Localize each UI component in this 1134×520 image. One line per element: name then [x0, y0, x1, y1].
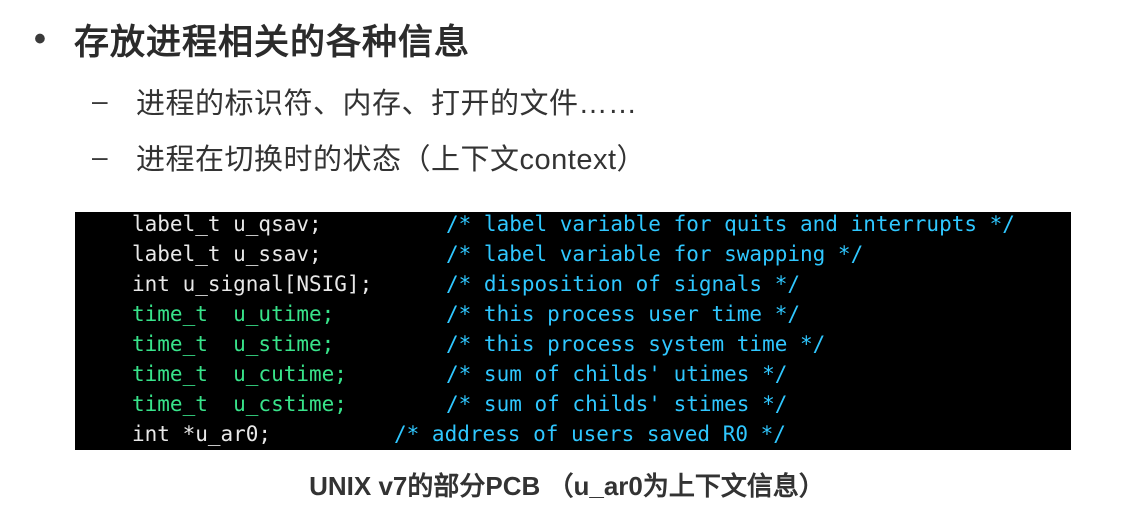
code-comment: /* sum of childs' utimes */: [446, 362, 788, 386]
main-bullet: • 存放进程相关的各种信息: [34, 14, 470, 64]
code-line: label_t u_qsav; /* label variable for qu…: [132, 212, 1015, 239]
code-line: time_t u_utime; /* this process user tim…: [132, 299, 800, 329]
sub-bullet-text: 进程在切换时的状态（上下文context）: [136, 144, 647, 176]
code-line: int u_signal[NSIG]; /* disposition of si…: [132, 269, 800, 299]
dash-icon: –: [92, 85, 108, 116]
figure-caption: UNIX v7的部分PCB （u_ar0为上下文信息）: [309, 471, 825, 501]
code-screenshot: label_t u_qsav; /* label variable for qu…: [75, 212, 1071, 450]
code-comment: /* label variable for swapping */: [446, 242, 864, 266]
code-line: int *u_ar0; /* address of users saved R0…: [132, 419, 786, 449]
slide-heading: 存放进程相关的各种信息: [74, 22, 471, 62]
sub-bullet-2: – 进程在切换时的状态（上下文context）: [92, 134, 646, 180]
code-declaration: label_t u_qsav;: [132, 212, 322, 236]
code-line: time_t u_cstime; /* sum of childs' stime…: [132, 389, 787, 419]
code-line: label_t u_ssav; /* label variable for sw…: [132, 239, 863, 269]
code-declaration: time_t u_cutime;: [132, 362, 347, 386]
code-line: time_t u_cutime; /* sum of childs' utime…: [132, 359, 787, 389]
code-comment: /* address of users saved R0 */: [394, 422, 786, 446]
dash-icon: –: [92, 141, 108, 172]
code-comment: /* disposition of signals */: [446, 272, 801, 296]
code-comment: /* this process system time */: [446, 332, 826, 356]
code-comment: /* sum of childs' stimes */: [446, 392, 788, 416]
code-declaration: int u_signal[NSIG];: [132, 272, 373, 296]
sub-bullet-1: – 进程的标识符、内存、打开的文件……: [92, 78, 638, 124]
code-comment: /* this process user time */: [446, 302, 801, 326]
code-declaration: time_t u_stime;: [132, 332, 335, 356]
code-declaration: time_t u_utime;: [132, 302, 335, 326]
code-declaration: time_t u_cstime;: [132, 392, 347, 416]
code-declaration: label_t u_ssav;: [132, 242, 322, 266]
code-comment: /* label variable for quits and interrup…: [446, 212, 1015, 236]
bullet-dot-icon: •: [34, 20, 46, 58]
code-declaration: int *u_ar0;: [132, 422, 272, 446]
code-line: time_t u_stime; /* this process system t…: [132, 329, 825, 359]
sub-bullet-text: 进程的标识符、内存、打开的文件……: [136, 88, 638, 120]
